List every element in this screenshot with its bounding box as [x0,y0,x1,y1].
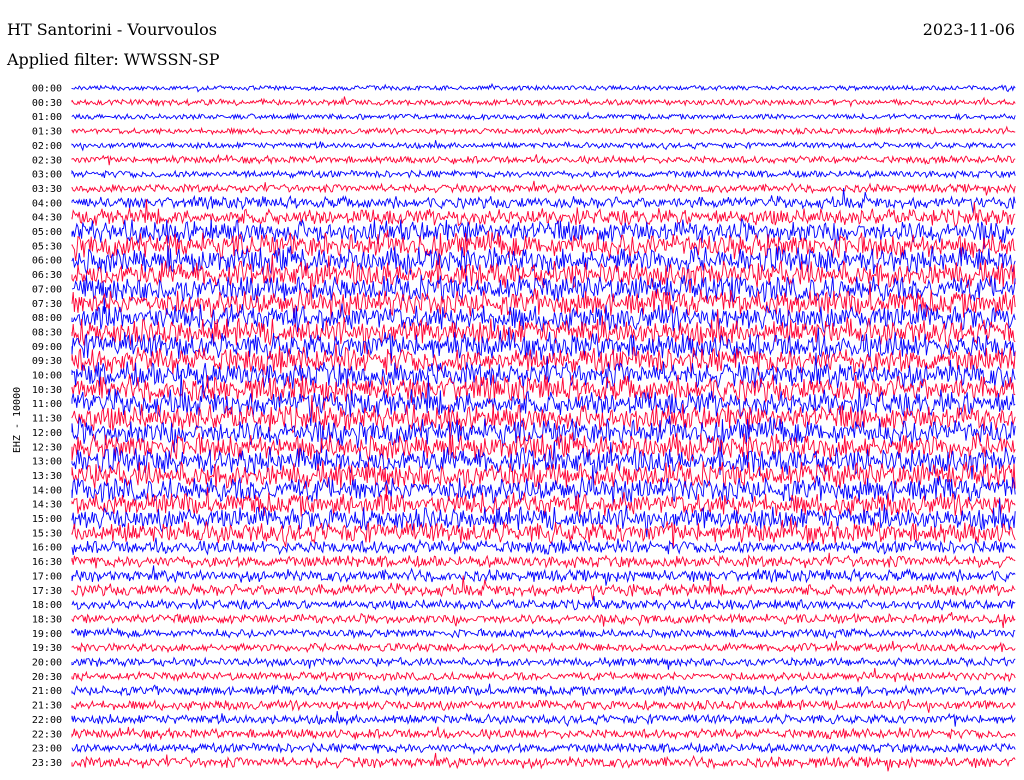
time-label: 22:00 [32,715,62,726]
trace-line [71,140,1016,152]
trace-line [71,180,1016,196]
time-label-group: 00:00 00:30 01:00 01:30 02:00 02:30 03:00 03:30… [32,84,62,769]
trace-line [71,595,1016,611]
time-label: 17:30 [32,586,62,597]
time-label: 07:00 [32,284,62,295]
time-label: 13:00 [32,457,62,468]
helicorder-plot: 00:00 00:30 01:00 01:30 02:00 02:30 03:00 03:30… [32,82,1016,772]
trace-line [71,726,1016,741]
time-label: 00:30 [32,98,62,109]
trace-line [71,153,1016,166]
time-label: 10:30 [32,385,62,396]
trace-line [71,640,1016,654]
trace-line [71,698,1016,713]
time-label: 16:30 [32,557,62,568]
trace-line [71,537,1016,556]
trace-line [71,711,1016,727]
trace-line [71,245,1016,275]
time-label: 09:00 [32,342,62,353]
time-label: 18:00 [32,600,62,611]
time-label: 08:00 [32,313,62,324]
trace-line [71,575,1016,601]
trace-line [71,125,1016,136]
trace-line [71,752,1016,772]
time-label: 02:00 [32,141,62,152]
time-label: 12:00 [32,428,62,439]
time-label: 11:00 [32,399,62,410]
time-label: 17:00 [32,571,62,582]
time-label: 04:30 [32,213,62,224]
trace-line [71,612,1016,628]
trace-line [71,565,1016,586]
time-label: 06:30 [32,270,62,281]
trace-line [71,229,1016,270]
time-label: 00:00 [32,84,62,95]
trace-line [71,82,1016,93]
time-label: 16:00 [32,543,62,554]
time-label: 01:30 [32,127,62,138]
trace-line [71,168,1016,180]
time-label: 05:30 [32,241,62,252]
time-label: 22:30 [32,729,62,740]
time-label: 03:30 [32,184,62,195]
time-label: 14:30 [32,500,62,511]
trace-line [71,683,1016,698]
trace-line [71,626,1016,640]
time-label: 10:00 [32,371,62,382]
time-label: 11:30 [32,414,62,425]
time-label: 13:30 [32,471,62,482]
time-label: 18:30 [32,614,62,625]
time-label: 21:00 [32,686,62,697]
time-label: 15:30 [32,528,62,539]
trace-line [71,111,1016,122]
trace-line [71,655,1016,670]
time-label: 23:30 [32,758,62,769]
trace-group [71,82,1016,772]
time-label: 05:00 [32,227,62,238]
time-label: 12:30 [32,442,62,453]
time-label: 08:30 [32,327,62,338]
trace-line [71,465,1016,506]
time-label: 21:30 [32,701,62,712]
time-label: 07:30 [32,299,62,310]
trace-line [71,667,1016,683]
time-label: 20:00 [32,658,62,669]
time-label: 20:30 [32,672,62,683]
trace-line [71,460,1016,500]
time-label: 02:30 [32,155,62,166]
time-label: 01:00 [32,112,62,123]
time-label: 15:00 [32,514,62,525]
time-label: 06:00 [32,256,62,267]
trace-line [71,96,1016,108]
time-label: 14:00 [32,485,62,496]
time-label: 04:00 [32,198,62,209]
trace-line [71,741,1016,755]
time-label: 09:30 [32,356,62,367]
time-label: 23:00 [32,744,62,755]
time-label: 03:00 [32,170,62,181]
trace-line [71,552,1016,569]
time-label: 19:00 [32,629,62,640]
time-label: 19:30 [32,643,62,654]
